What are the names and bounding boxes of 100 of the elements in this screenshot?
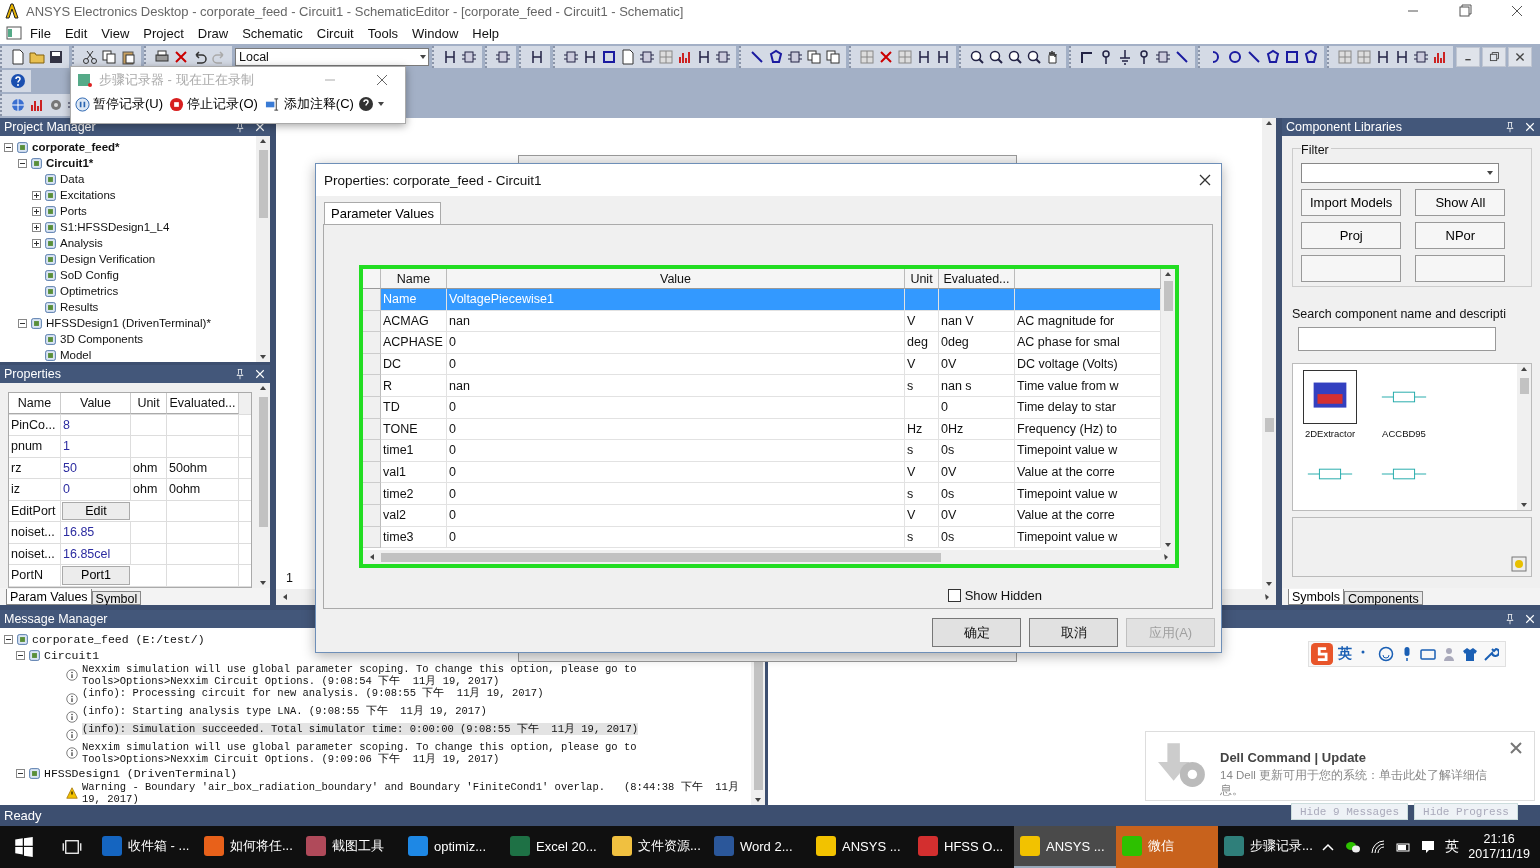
expand-icon[interactable] <box>32 190 41 200</box>
tree-item[interactable]: Data <box>60 173 85 185</box>
polygon-icon[interactable] <box>768 49 784 65</box>
table-cell[interactable]: 0 <box>447 440 905 462</box>
tab[interactable]: Parameter Values <box>324 202 442 224</box>
edit-button[interactable]: Port1 <box>62 566 130 585</box>
tab[interactable]: Param Values <box>6 589 92 605</box>
taskbar-app[interactable]: optimiz... <box>402 826 504 868</box>
pin-icon[interactable] <box>234 368 246 380</box>
wifi-icon[interactable] <box>1370 839 1387 855</box>
menu-item[interactable]: Circuit <box>310 23 360 43</box>
restore-icon[interactable] <box>1482 47 1506 67</box>
message-text[interactable]: (info): Simulation succeeded. Total simulator time: 0:00:00 (9:08:55 下午 11月 19, 2017) <box>82 723 638 735</box>
scroll-thumb[interactable] <box>381 552 941 562</box>
bracket-icon[interactable] <box>529 49 545 65</box>
table-cell[interactable]: 1 <box>61 436 131 457</box>
collapse-icon[interactable] <box>16 650 25 660</box>
table-cell[interactable]: 16.85cel <box>61 543 131 564</box>
table-cell[interactable]: 0 <box>447 526 905 549</box>
column-header[interactable]: Name <box>9 393 61 414</box>
scroll-thumb[interactable] <box>258 397 268 527</box>
close-icon[interactable] <box>1508 47 1532 67</box>
tree-item[interactable]: Design Verification <box>60 253 156 265</box>
document-icon[interactable] <box>6 25 22 41</box>
tree-item[interactable]: Excitations <box>60 189 116 201</box>
component-icon[interactable] <box>1413 49 1429 65</box>
line-icon[interactable] <box>749 49 765 65</box>
polygon-icon[interactable] <box>1303 49 1319 65</box>
menu-item[interactable]: Draw <box>191 23 235 43</box>
collapse-icon[interactable] <box>18 318 27 328</box>
scroll-thumb[interactable] <box>1163 281 1173 311</box>
bar-graph-icon[interactable] <box>677 49 693 65</box>
copy-icon[interactable] <box>825 49 841 65</box>
pin-icon[interactable] <box>1504 121 1516 133</box>
taskbar-app[interactable]: Word 2... <box>708 826 810 868</box>
column-header[interactable]: Evaluated... <box>939 269 1015 289</box>
bracket-icon[interactable] <box>935 49 951 65</box>
taskbar-app[interactable]: 微信 <box>1116 826 1218 868</box>
pin-icon[interactable] <box>1504 613 1516 625</box>
taskbar-app[interactable]: HFSS O... <box>912 826 1014 868</box>
tree-item[interactable]: Ports <box>60 205 87 217</box>
location-select[interactable]: Local <box>235 48 429 66</box>
search-field[interactable] <box>1298 327 1496 351</box>
dialog-button[interactable]: 确定 <box>932 618 1021 647</box>
close-icon[interactable] <box>1197 172 1213 188</box>
gear-icon[interactable] <box>48 97 64 113</box>
table-cell[interactable]: 0 <box>61 479 131 500</box>
keyboard-icon[interactable] <box>1420 646 1436 662</box>
copy-icon[interactable] <box>806 49 822 65</box>
scrollbar[interactable] <box>1517 364 1531 510</box>
scroll-right-icon[interactable] <box>1262 592 1272 602</box>
library-button[interactable]: Import Models <box>1301 189 1402 216</box>
collapse-icon[interactable] <box>16 768 25 778</box>
table-cell[interactable]: 0 <box>447 504 905 527</box>
circle-icon[interactable] <box>1227 49 1243 65</box>
globe-icon[interactable] <box>10 97 26 113</box>
zoom-icon[interactable] <box>988 49 1004 65</box>
scrollbar[interactable] <box>1161 269 1175 550</box>
table-cell[interactable]: 50 <box>61 457 131 478</box>
tree-item[interactable]: Analysis <box>60 237 103 249</box>
save-icon[interactable] <box>48 49 64 65</box>
tree-item[interactable]: Results <box>60 301 99 313</box>
taskbar-app[interactable]: 步骤记录... <box>1218 826 1320 868</box>
library-button[interactable] <box>1301 255 1402 282</box>
tree-item[interactable]: SoD Config <box>60 269 119 281</box>
bracket-icon[interactable] <box>1394 49 1410 65</box>
scrollbar[interactable] <box>256 383 270 588</box>
library-button[interactable] <box>1415 255 1506 282</box>
language-indicator[interactable]: 英 <box>1445 838 1460 856</box>
column-header[interactable]: Name <box>381 269 447 289</box>
taskbar-app[interactable]: 如何将任... <box>198 826 300 868</box>
tree-item[interactable]: Model <box>60 349 92 361</box>
table-cell[interactable]: 0 <box>447 483 905 505</box>
line-icon[interactable] <box>1174 49 1190 65</box>
copy-icon[interactable] <box>101 49 117 65</box>
rectangle-icon[interactable] <box>601 49 617 65</box>
menu-item[interactable]: Window <box>406 23 465 43</box>
expand-icon[interactable] <box>32 238 41 248</box>
menu-item[interactable]: Project <box>137 23 190 43</box>
table-cell[interactable]: nan <box>447 375 905 397</box>
help-icon[interactable] <box>10 73 26 89</box>
tree-item[interactable]: Circuit1* <box>46 157 94 169</box>
bar-graph-icon[interactable] <box>1432 49 1448 65</box>
message-group[interactable]: corporate_feed (E:/test/) <box>32 632 205 646</box>
checkbox-label[interactable]: Show Hidden <box>964 588 1042 603</box>
component-icon[interactable] <box>787 49 803 65</box>
bracket-icon[interactable] <box>916 49 932 65</box>
bracket-icon[interactable] <box>442 49 458 65</box>
polygon-icon[interactable] <box>1265 49 1281 65</box>
column-header[interactable]: Unit <box>131 393 167 414</box>
taskbar-app[interactable]: Excel 20... <box>504 826 606 868</box>
task-view-icon[interactable] <box>62 837 82 857</box>
table-cell[interactable]: val1 <box>381 461 447 484</box>
expand-icon[interactable] <box>32 222 41 232</box>
table-cell[interactable]: 0 <box>447 332 905 354</box>
column-header[interactable]: Value <box>61 393 131 414</box>
collapse-icon[interactable] <box>4 634 13 644</box>
tree-item[interactable]: 3D Components <box>60 333 144 345</box>
table-cell[interactable]: DC <box>381 353 447 376</box>
table-cell[interactable]: ACPHASE <box>381 332 447 354</box>
